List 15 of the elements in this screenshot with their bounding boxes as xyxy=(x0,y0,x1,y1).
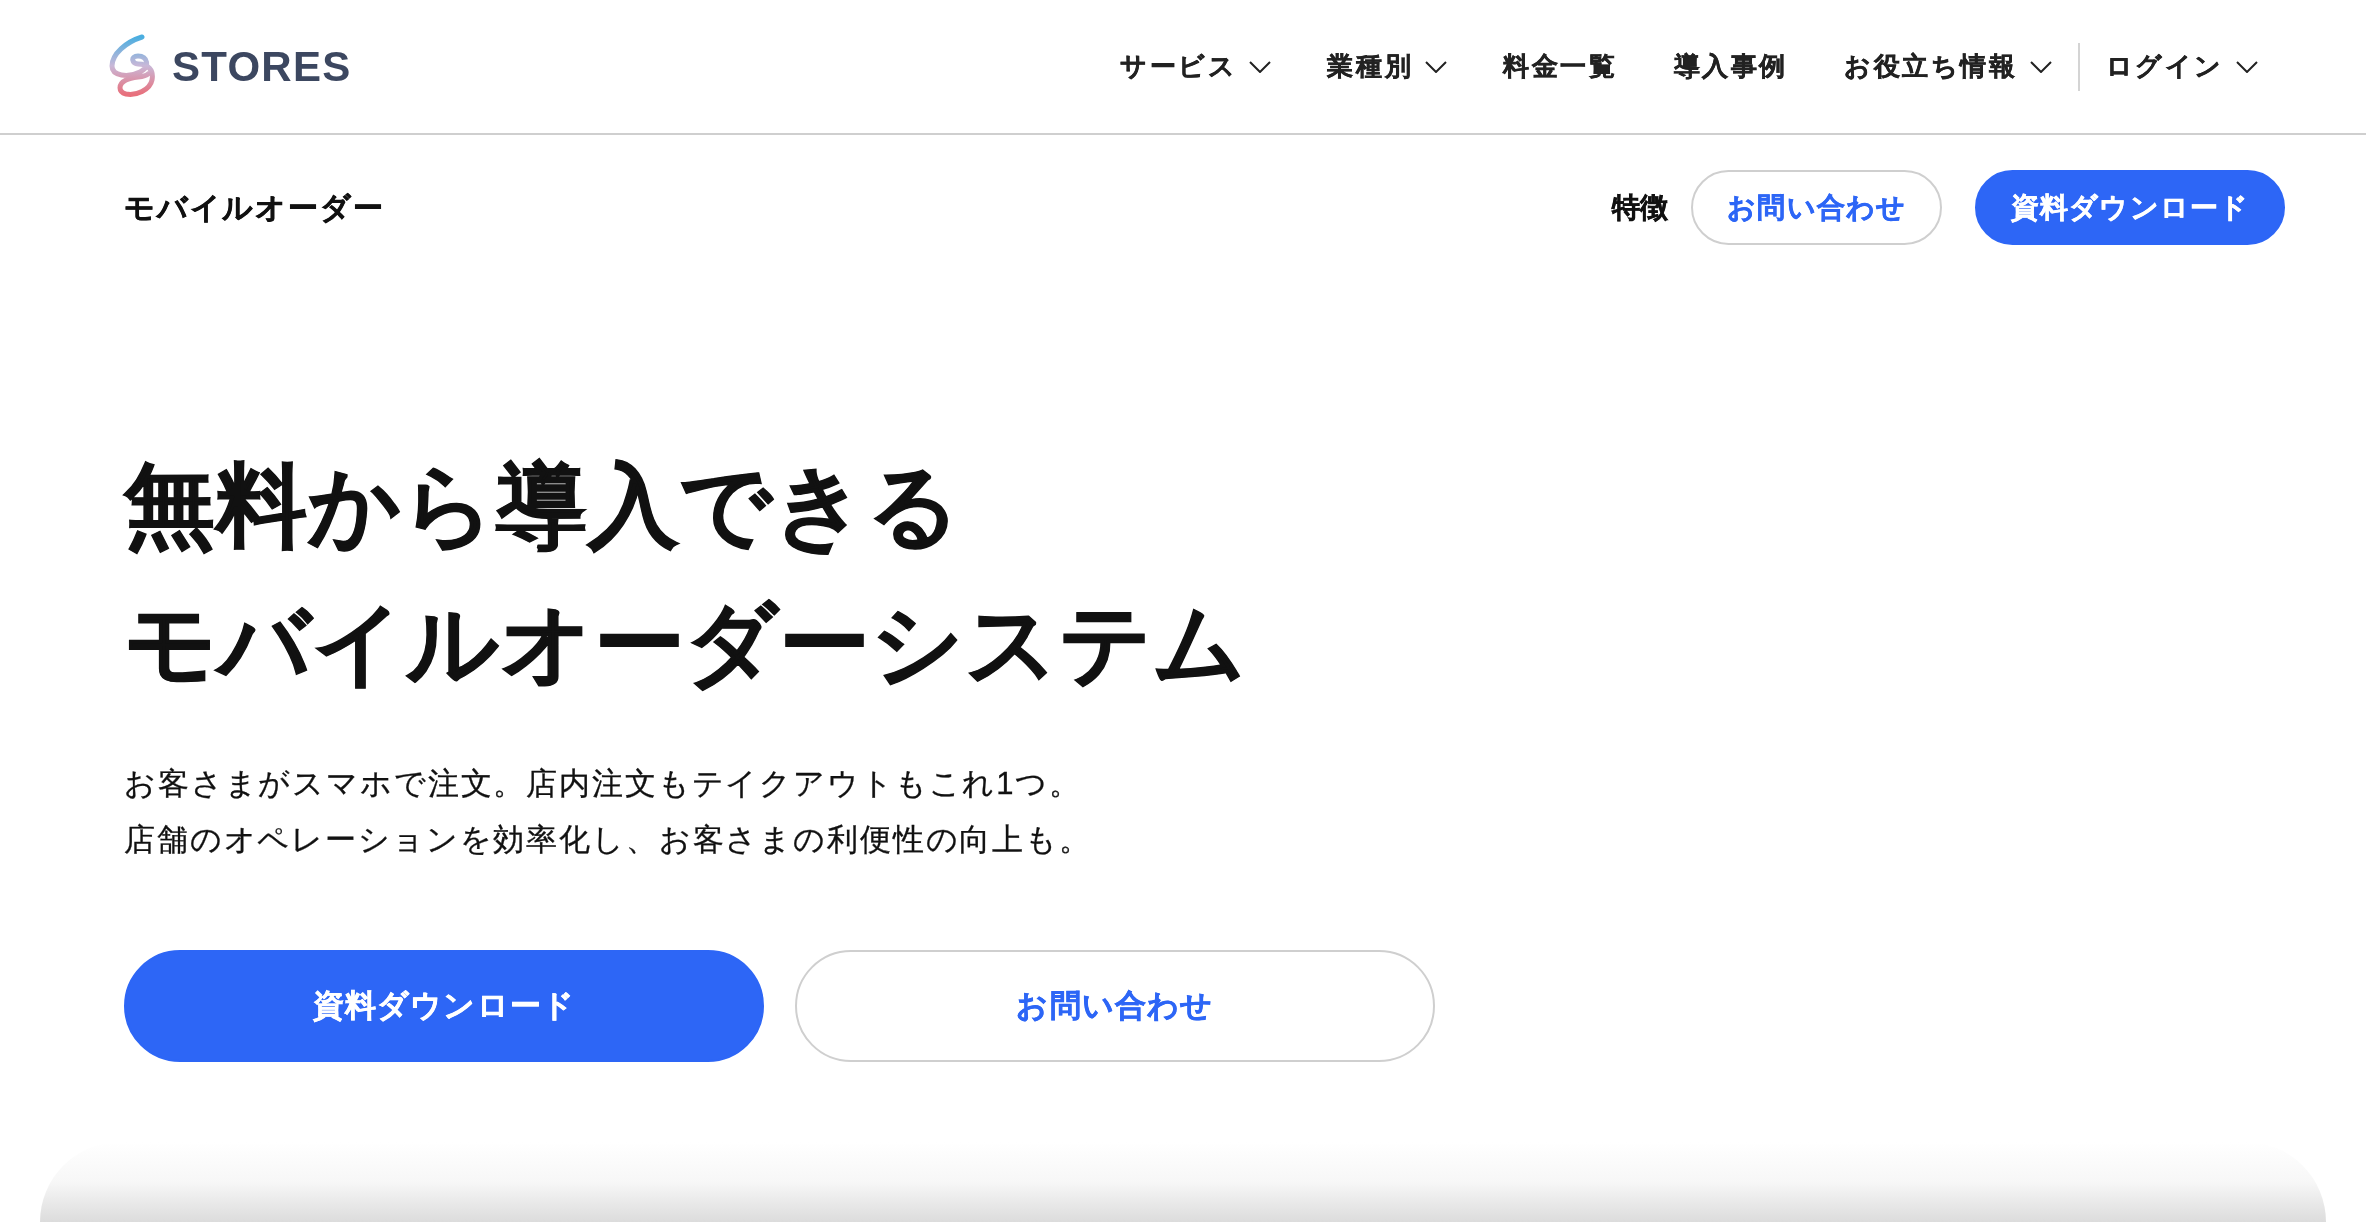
contact-button[interactable]: お問い合わせ xyxy=(1691,170,1943,245)
download-button[interactable]: 資料ダウンロード xyxy=(124,950,764,1062)
hero-title: 無料から導入できる モバイルオーダーシステム xyxy=(124,454,1247,696)
nav-link[interactable]: お役立ち情報 xyxy=(1844,47,2052,86)
login-link[interactable]: ログイン xyxy=(2105,47,2258,86)
contact-button[interactable]: お問い合わせ xyxy=(795,950,1435,1062)
nav-link[interactable]: サービス xyxy=(1119,47,1272,86)
page-title: モバイルオーダー xyxy=(124,190,385,226)
hero-description: お客さまがスマホで注文。店内注文もテイクアウトもこれ1つ。 店舗のオペレーションを効率化し、お客さまの利便性の向上も。 xyxy=(124,765,1092,859)
nav-link[interactable]: 料金一覧 xyxy=(1503,47,1618,86)
nav-link[interactable]: 導入事例 xyxy=(1673,47,1788,86)
nav-link[interactable]: 業種別 xyxy=(1327,47,1448,86)
download-button[interactable]: 資料ダウンロード xyxy=(1975,170,2285,245)
brand-name: STORES xyxy=(172,45,352,88)
features-link[interactable]: 特徴 xyxy=(1612,186,1669,229)
